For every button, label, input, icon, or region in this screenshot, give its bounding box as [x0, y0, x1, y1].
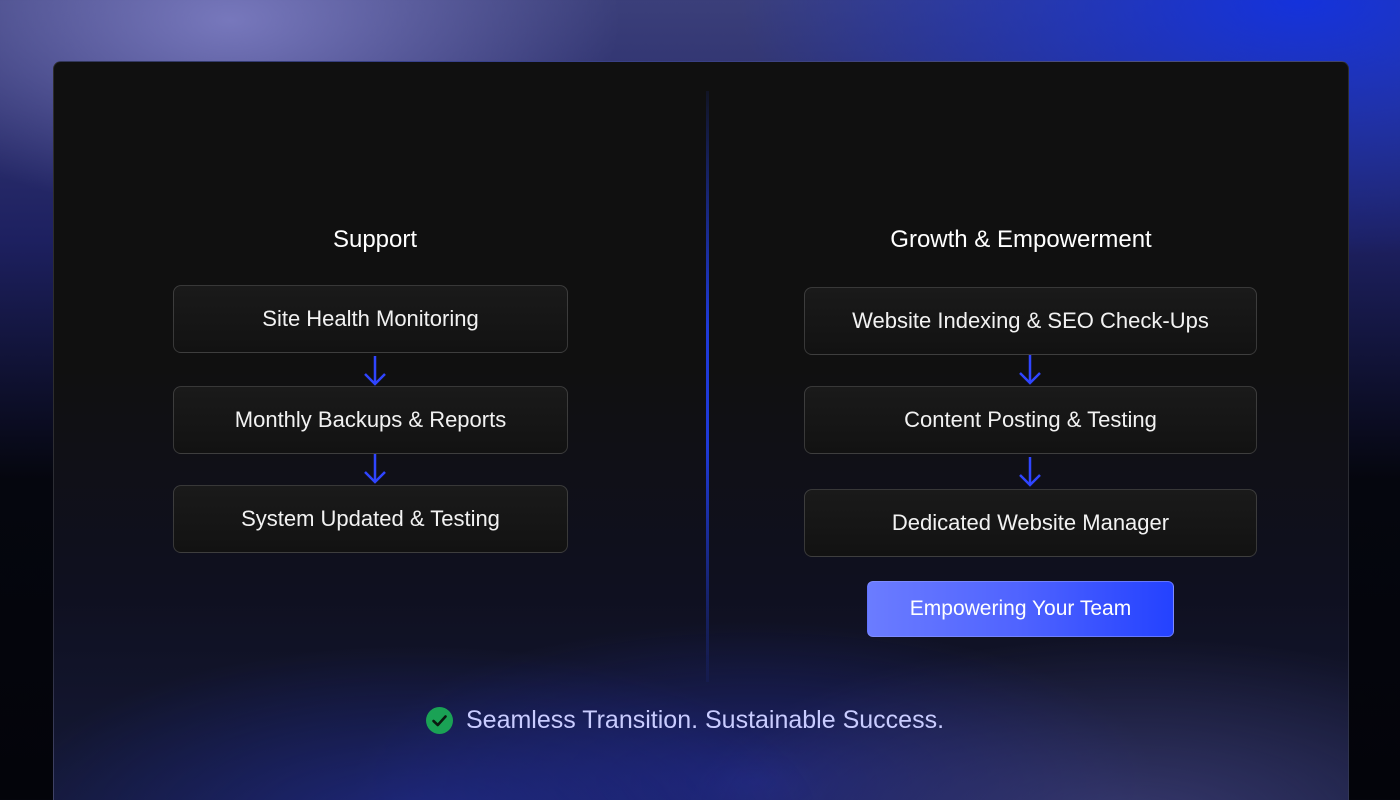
support-step-system-updates: System Updated & Testing: [173, 485, 568, 553]
growth-step-content: Content Posting & Testing: [804, 386, 1257, 454]
arrow-down-icon: [1019, 457, 1041, 487]
arrow-down-icon: [364, 356, 386, 386]
tagline: Seamless Transition. Sustainable Success…: [426, 706, 944, 735]
arrow-down-icon: [1019, 355, 1041, 385]
support-step-backups: Monthly Backups & Reports: [173, 386, 568, 454]
column-divider: [706, 91, 709, 682]
empowering-team-button[interactable]: Empowering Your Team: [867, 581, 1174, 637]
support-title: Support: [332, 226, 418, 253]
tagline-text: Seamless Transition. Sustainable Success…: [466, 706, 945, 734]
growth-step-seo: Website Indexing & SEO Check-Ups: [804, 287, 1257, 355]
growth-title: Growth & Empowerment: [890, 226, 1152, 253]
check-circle-icon: [426, 707, 453, 734]
arrow-down-icon: [364, 454, 386, 484]
services-panel: Support Site Health Monitoring Monthly B…: [53, 61, 1349, 800]
growth-step-manager: Dedicated Website Manager: [804, 489, 1257, 557]
support-step-site-health: Site Health Monitoring: [173, 285, 568, 353]
